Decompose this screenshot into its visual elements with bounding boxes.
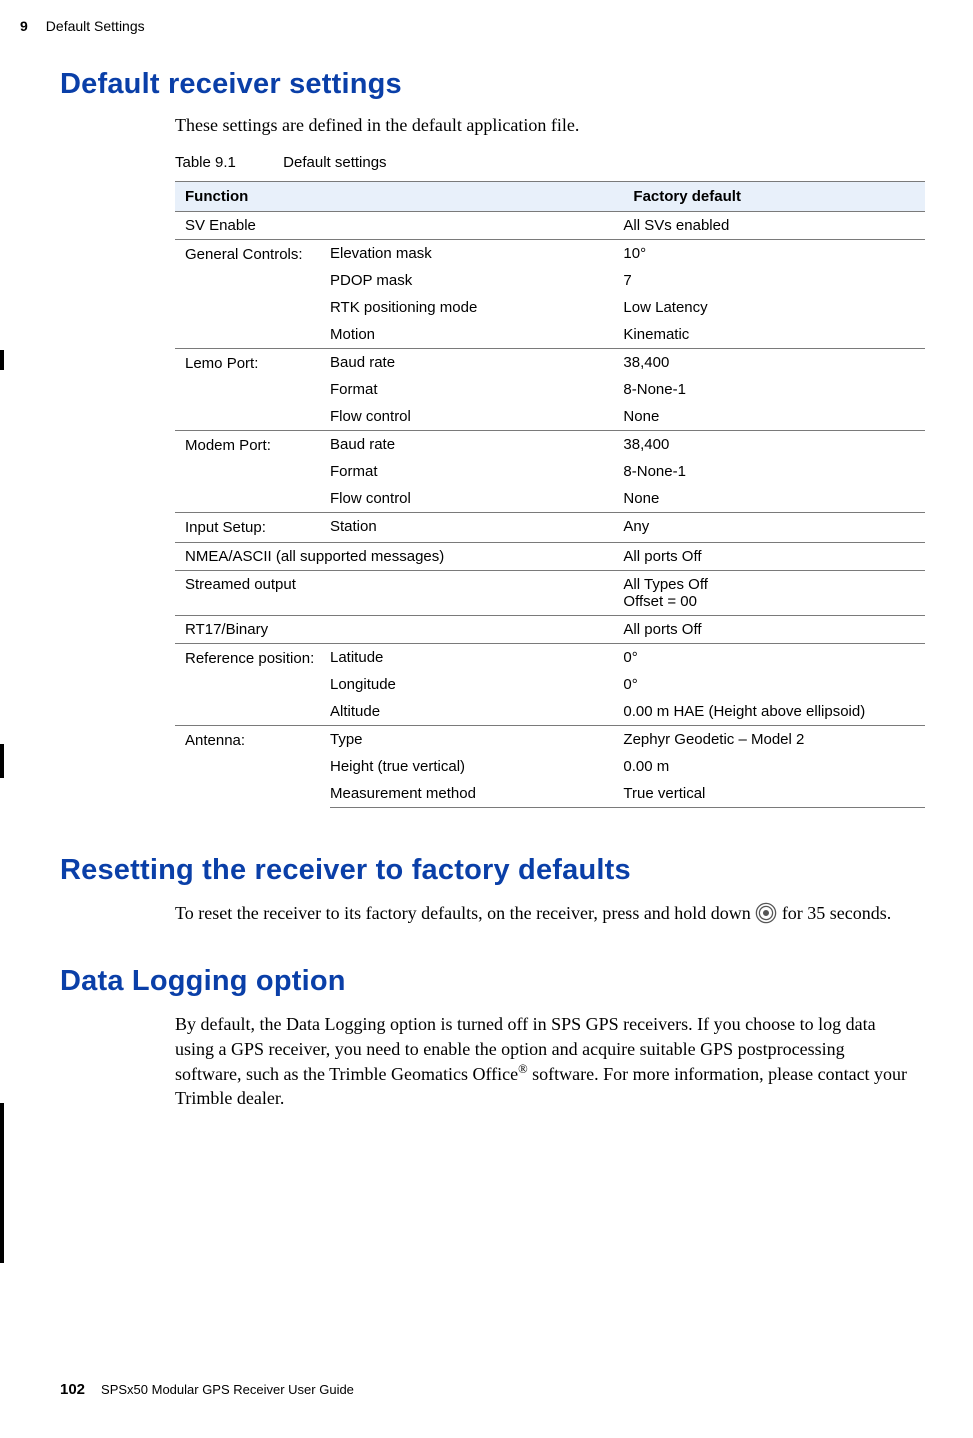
- table-number: Table 9.1: [175, 154, 279, 171]
- table-row: Reference position: Latitude 0°: [175, 644, 925, 672]
- cell-default: Low Latency: [623, 294, 925, 321]
- cell-function: Latitude: [330, 644, 623, 672]
- cell-function: RT17/Binary: [175, 616, 623, 644]
- cell-function: SV Enable: [175, 212, 623, 240]
- cell-default: All ports Off: [623, 616, 925, 644]
- cell-function: Baud rate: [330, 349, 623, 377]
- cell-default: 0°: [623, 644, 925, 672]
- col-default: Factory default: [623, 182, 925, 212]
- section3-body: By default, the Data Logging option is t…: [175, 1012, 913, 1110]
- cell-default: 7: [623, 267, 925, 294]
- cell-default: None: [623, 403, 925, 431]
- cell-function: Elevation mask: [330, 240, 623, 268]
- table-caption: Table 9.1 Default settings: [175, 154, 913, 171]
- cell-function: Format: [330, 458, 623, 485]
- cell-default: Zephyr Geodetic – Model 2: [623, 726, 925, 754]
- group-label: Antenna:: [175, 726, 330, 808]
- table-row: RT17/Binary All ports Off: [175, 616, 925, 644]
- heading-data-logging-option: Data Logging option: [60, 965, 913, 998]
- table-row: Antenna: Type Zephyr Geodetic – Model 2: [175, 726, 925, 754]
- change-bar: [0, 1103, 4, 1263]
- group-label: Input Setup:: [175, 513, 330, 543]
- cell-default-line: All Types Off: [623, 576, 708, 593]
- table-row: Streamed output All Types Off Offset = 0…: [175, 571, 925, 616]
- cell-default: None: [623, 485, 925, 513]
- cell-function: Altitude: [330, 698, 623, 726]
- chapter-number: 9: [20, 18, 28, 34]
- section2-body: To reset the receiver to its factory def…: [175, 901, 913, 925]
- cell-default: Any: [623, 513, 925, 543]
- group-label: General Controls:: [175, 240, 330, 349]
- col-function: Function: [175, 182, 623, 212]
- cell-default: All SVs enabled: [623, 212, 925, 240]
- default-settings-table: Function Factory default SV Enable All S…: [175, 181, 925, 808]
- cell-default: Kinematic: [623, 321, 925, 349]
- cell-default: All Types Off Offset = 00: [623, 571, 925, 616]
- table-row: SV Enable All SVs enabled: [175, 212, 925, 240]
- cell-function: Longitude: [330, 671, 623, 698]
- heading-reset-factory-defaults: Resetting the receiver to factory defaul…: [60, 854, 913, 887]
- cell-default: 10°: [623, 240, 925, 268]
- page-number: 102: [60, 1381, 85, 1398]
- cell-default: All ports Off: [623, 543, 925, 571]
- section1-intro: These settings are defined in the defaul…: [175, 115, 913, 136]
- cell-default-line: Offset = 00: [623, 593, 697, 610]
- cell-function: RTK positioning mode: [330, 294, 623, 321]
- cell-function: Flow control: [330, 485, 623, 513]
- cell-default: 0°: [623, 671, 925, 698]
- cell-function: Station: [330, 513, 623, 543]
- cell-function: Baud rate: [330, 431, 623, 459]
- heading-default-receiver-settings: Default receiver settings: [60, 68, 913, 101]
- cell-function: Streamed output: [175, 571, 623, 616]
- chapter-title: Default Settings: [46, 18, 145, 34]
- cell-default: 38,400: [623, 349, 925, 377]
- cell-function: Height (true vertical): [330, 753, 623, 780]
- running-header: 9 Default Settings: [20, 18, 913, 34]
- change-bar: [0, 744, 4, 778]
- power-button-icon: [755, 902, 777, 924]
- cell-function: Measurement method: [330, 780, 623, 808]
- cell-default: 0.00 m HAE (Height above ellipsoid): [623, 698, 925, 726]
- text-run: for 35 seconds.: [782, 903, 891, 923]
- group-label: Lemo Port:: [175, 349, 330, 431]
- page-footer: 102 SPSx50 Modular GPS Receiver User Gui…: [60, 1381, 354, 1398]
- table-row: Input Setup: Station Any: [175, 513, 925, 543]
- group-label: Modem Port:: [175, 431, 330, 513]
- cell-function: NMEA/ASCII (all supported messages): [175, 543, 623, 571]
- cell-function: Type: [330, 726, 623, 754]
- cell-default: 8-None-1: [623, 458, 925, 485]
- group-label: Reference position:: [175, 644, 330, 726]
- cell-default: 38,400: [623, 431, 925, 459]
- table-header-row: Function Factory default: [175, 182, 925, 212]
- change-bar: [0, 350, 4, 370]
- registered-mark: ®: [518, 1062, 528, 1076]
- table-row: Lemo Port: Baud rate 38,400: [175, 349, 925, 377]
- cell-default: 0.00 m: [623, 753, 925, 780]
- cell-function: Motion: [330, 321, 623, 349]
- table-row: Modem Port: Baud rate 38,400: [175, 431, 925, 459]
- cell-default: 8-None-1: [623, 376, 925, 403]
- table-title: Default settings: [283, 154, 386, 171]
- cell-default: True vertical: [623, 780, 925, 808]
- cell-function: PDOP mask: [330, 267, 623, 294]
- book-title: SPSx50 Modular GPS Receiver User Guide: [101, 1382, 354, 1397]
- table-row: General Controls: Elevation mask 10°: [175, 240, 925, 268]
- cell-function: Flow control: [330, 403, 623, 431]
- table-row: NMEA/ASCII (all supported messages) All …: [175, 543, 925, 571]
- cell-function: Format: [330, 376, 623, 403]
- text-run: To reset the receiver to its factory def…: [175, 903, 755, 923]
